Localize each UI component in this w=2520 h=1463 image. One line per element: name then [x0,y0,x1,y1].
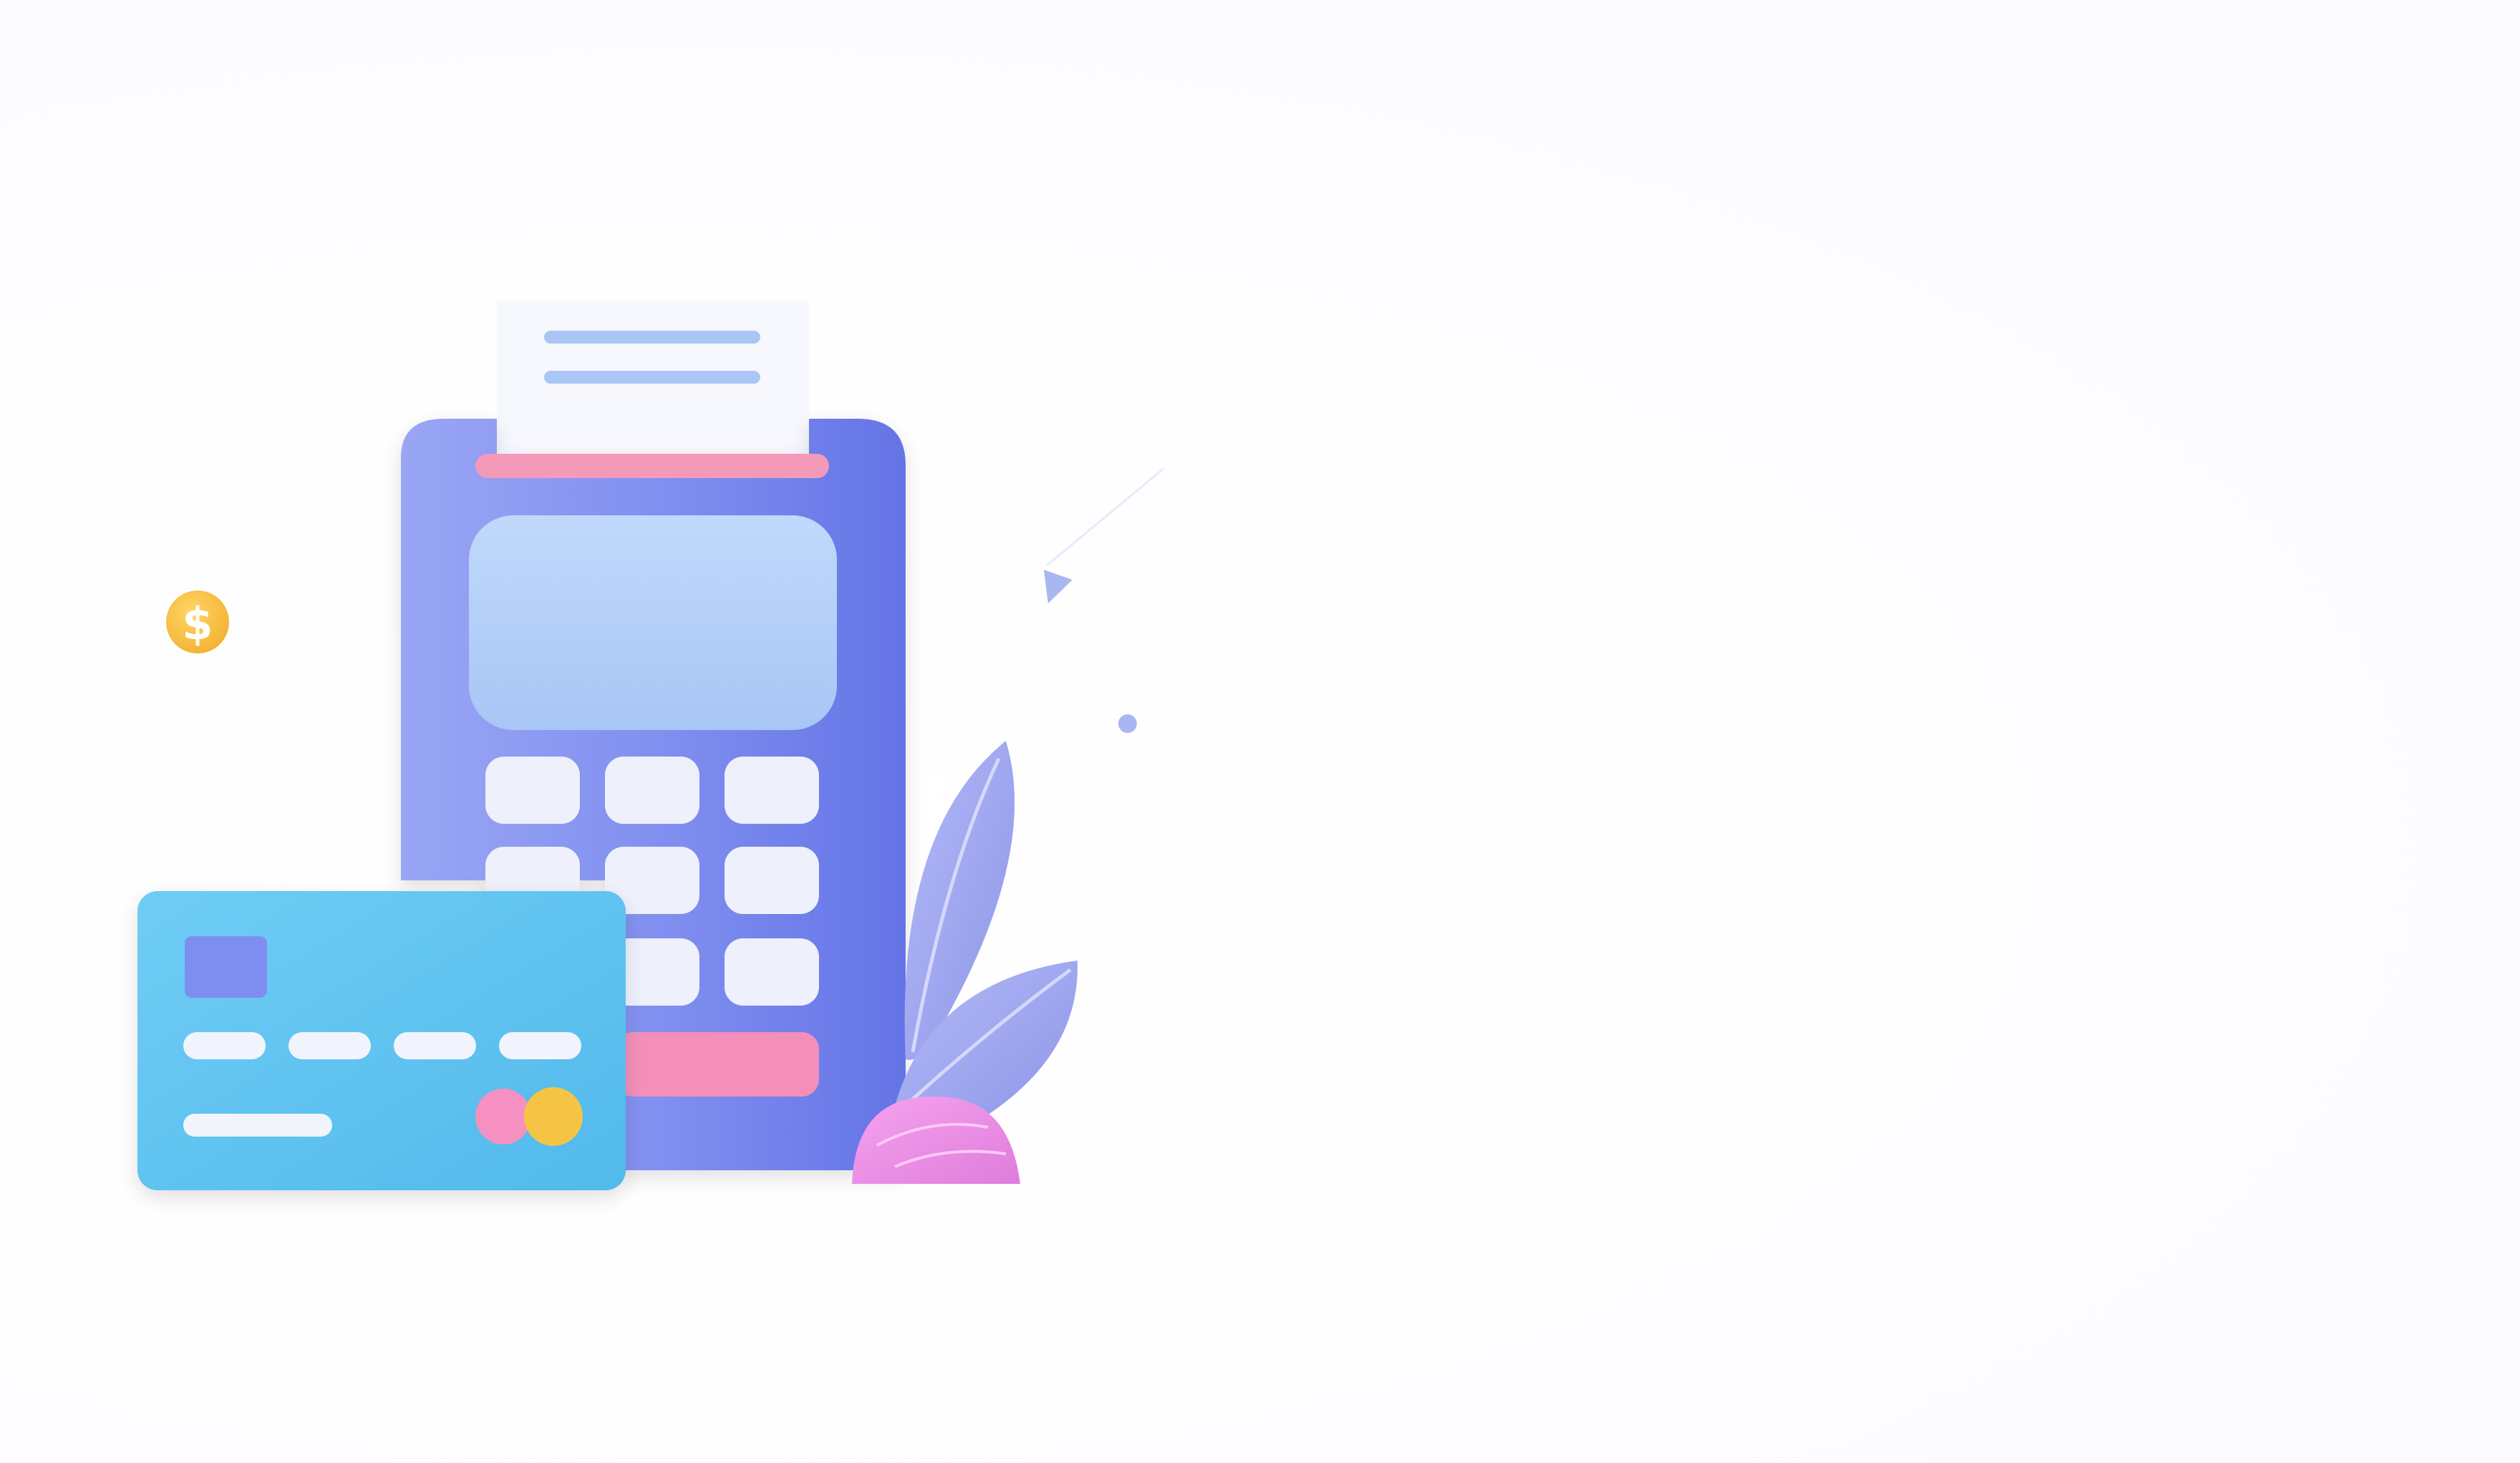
credit-card [137,891,626,1190]
terminal-screen [469,515,837,730]
card-logo-circle [475,1089,531,1144]
leaf-decoration [895,741,1078,1132]
card-logo-circle [524,1087,583,1146]
keypad-key [724,757,819,824]
keypad-key [724,938,819,1006]
card-number-block [183,1032,266,1059]
payment-illustration-scene: $ [0,0,2520,1463]
pay-key [616,1032,819,1097]
keypad-key [485,757,580,824]
card-chip [185,936,267,998]
receipt-line [544,371,760,384]
paper-plane-icon [1044,467,1164,603]
dollar-coin-icon: $ [166,590,229,653]
receipt-paper [497,301,809,462]
card-number-block [499,1032,581,1059]
receipt-slot [475,454,829,478]
keypad-key [605,757,699,824]
coin-symbol: $ [182,598,213,650]
card-number-block [394,1032,476,1059]
payment-terminal-illustration: $ [137,301,1164,1190]
card-holder-line [183,1114,332,1137]
accent-dot [1118,714,1137,733]
receipt-line [544,331,760,344]
keypad-key [724,847,819,914]
card-number-block [289,1032,371,1059]
